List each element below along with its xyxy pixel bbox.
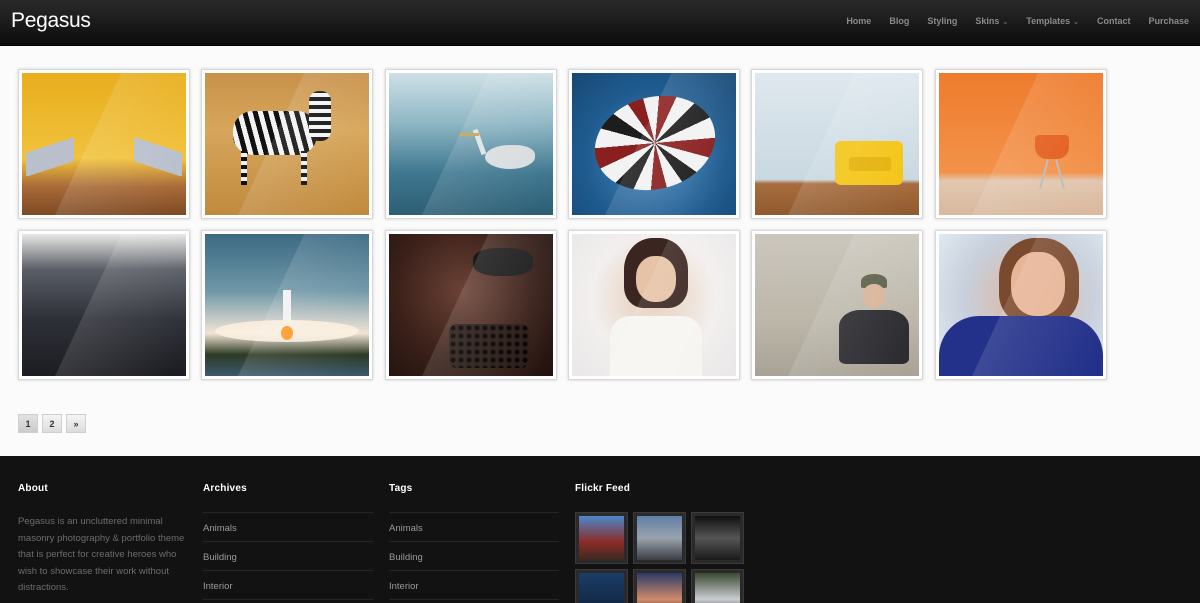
nav-purchase[interactable]: Purchase xyxy=(1148,16,1189,26)
gallery-item[interactable] xyxy=(18,69,190,219)
gallery-item[interactable] xyxy=(201,69,373,219)
orange-room-chair-image xyxy=(939,73,1103,215)
nav-contact[interactable]: Contact xyxy=(1097,16,1131,26)
gallery-item[interactable] xyxy=(385,230,557,380)
footer-archives-title: Archives xyxy=(203,483,247,494)
misty-field-image xyxy=(22,234,186,376)
site-header: Pegasus Home Blog Styling Skins ⌄ Templat… xyxy=(0,0,1200,46)
archive-link[interactable]: Animals xyxy=(203,513,373,542)
nav-home[interactable]: Home xyxy=(846,16,871,26)
tag-link[interactable]: Interior xyxy=(389,571,559,600)
gallery-item[interactable] xyxy=(935,230,1107,380)
footer-about-text: Pegasus is an uncluttered minimal masonr… xyxy=(18,516,185,593)
pagination: 1 2 » xyxy=(18,414,86,433)
gallery-item[interactable] xyxy=(201,230,373,380)
site-logo[interactable]: Pegasus xyxy=(11,9,91,33)
smiling-woman-sweater-image xyxy=(572,234,736,376)
striped-umbrella-image xyxy=(572,73,736,215)
chevron-down-icon: ⌄ xyxy=(1002,19,1009,26)
footer-flickr-title: Flickr Feed xyxy=(575,483,630,494)
archives-list: Animals Building Interior xyxy=(203,512,373,600)
tag-link[interactable]: Animals xyxy=(389,513,559,542)
flickr-grid xyxy=(575,512,744,603)
flickr-photo[interactable] xyxy=(575,512,628,564)
gallery-item[interactable] xyxy=(935,69,1107,219)
archive-link[interactable]: Building xyxy=(203,542,373,571)
yellow-room-chairs-image xyxy=(22,73,186,215)
next-page-button[interactable]: » xyxy=(66,414,86,433)
rocket-launch-image xyxy=(205,234,369,376)
nav-skins[interactable]: Skins ⌄ xyxy=(975,16,1008,26)
gallery-item[interactable] xyxy=(568,230,740,380)
flickr-photo[interactable] xyxy=(633,512,686,564)
main-nav: Home Blog Styling Skins ⌄ Templates ⌄ Cont… xyxy=(828,16,1189,26)
gallery-item[interactable] xyxy=(751,69,923,219)
gallery-item[interactable] xyxy=(385,69,557,219)
page-1-button[interactable]: 1 xyxy=(18,414,38,433)
woman-mask-image xyxy=(389,234,553,376)
woman-sitting-cap-image xyxy=(755,234,919,376)
flickr-photo[interactable] xyxy=(575,569,628,603)
heron-image xyxy=(389,73,553,215)
flickr-photo[interactable] xyxy=(691,512,744,564)
flickr-photo[interactable] xyxy=(691,569,744,603)
yellow-armchair-image xyxy=(755,73,919,215)
gallery-item[interactable] xyxy=(18,230,190,380)
zebra-image xyxy=(205,73,369,215)
nav-blog[interactable]: Blog xyxy=(889,16,909,26)
gallery-item[interactable] xyxy=(568,69,740,219)
footer-tags-title: Tags xyxy=(389,483,413,494)
smiling-woman-blue-image xyxy=(939,234,1103,376)
archive-link[interactable]: Interior xyxy=(203,571,373,600)
tag-link[interactable]: Building xyxy=(389,542,559,571)
nav-styling[interactable]: Styling xyxy=(927,16,957,26)
gallery-item[interactable] xyxy=(751,230,923,380)
flickr-photo[interactable] xyxy=(633,569,686,603)
site-footer: About Pegasus is an uncluttered minimal … xyxy=(0,456,1200,603)
footer-about-title: About xyxy=(18,483,48,494)
page-2-button[interactable]: 2 xyxy=(42,414,62,433)
chevron-down-icon: ⌄ xyxy=(1073,19,1079,26)
nav-templates[interactable]: Templates ⌄ xyxy=(1026,16,1079,26)
tags-list: Animals Building Interior xyxy=(389,512,559,600)
